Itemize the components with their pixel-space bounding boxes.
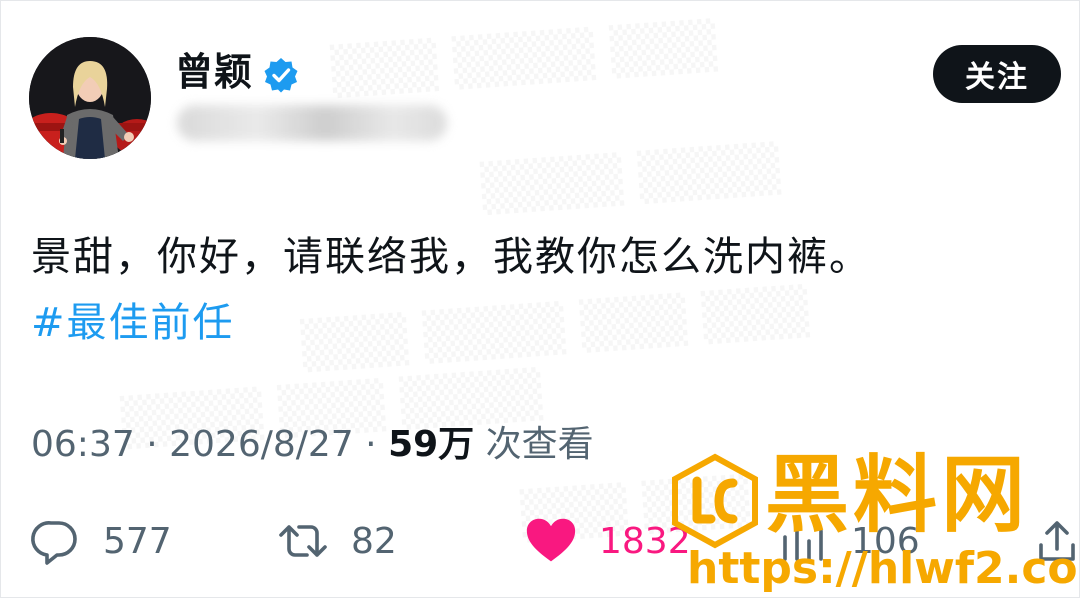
display-name[interactable]: 曾颖 xyxy=(175,47,253,97)
tweet-card: ▒▒▒ ▒▒▒▒ ▒▒▒ ▒▒▒▒ ▒▒▒▒ ▒▒▒ ▒▒▒▒ ▒▒▒ ▒▒▒ … xyxy=(0,0,1080,598)
tweet-date[interactable]: 2026/8/27 xyxy=(169,424,354,465)
verified-badge-icon xyxy=(264,58,298,93)
meta-separator: · xyxy=(365,424,377,465)
watermark-text: 黑料网 xyxy=(765,446,1030,544)
reply-icon xyxy=(29,515,81,567)
views-count: 59万 xyxy=(388,424,475,465)
reply-button[interactable]: 577 xyxy=(29,511,172,571)
watermark-url: https://hlwf2.com xyxy=(687,543,1080,594)
avatar-image xyxy=(29,37,151,159)
meta-separator: · xyxy=(146,424,158,465)
avatar[interactable] xyxy=(29,37,151,159)
like-button[interactable]: 1832 xyxy=(525,511,691,571)
reply-count: 577 xyxy=(103,520,172,562)
retweet-icon xyxy=(277,515,329,567)
retweet-count: 82 xyxy=(351,520,397,562)
watermark-logo-icon xyxy=(672,453,758,549)
tweet-meta: 06:37 · 2026/8/27 · 59万 次查看 xyxy=(31,421,594,469)
blurred-handle xyxy=(177,105,447,141)
views-label: 次查看 xyxy=(485,424,594,465)
hashtag-link[interactable]: #最佳前任 xyxy=(31,297,235,349)
follow-button[interactable]: 关注 xyxy=(933,45,1061,103)
tweet-time: 06:37 xyxy=(31,424,135,465)
heart-icon xyxy=(525,515,577,567)
retweet-button[interactable]: 82 xyxy=(277,511,397,571)
tweet-text: 景甜，你好，请联络我，我教你怎么洗内裤。 xyxy=(31,234,871,280)
